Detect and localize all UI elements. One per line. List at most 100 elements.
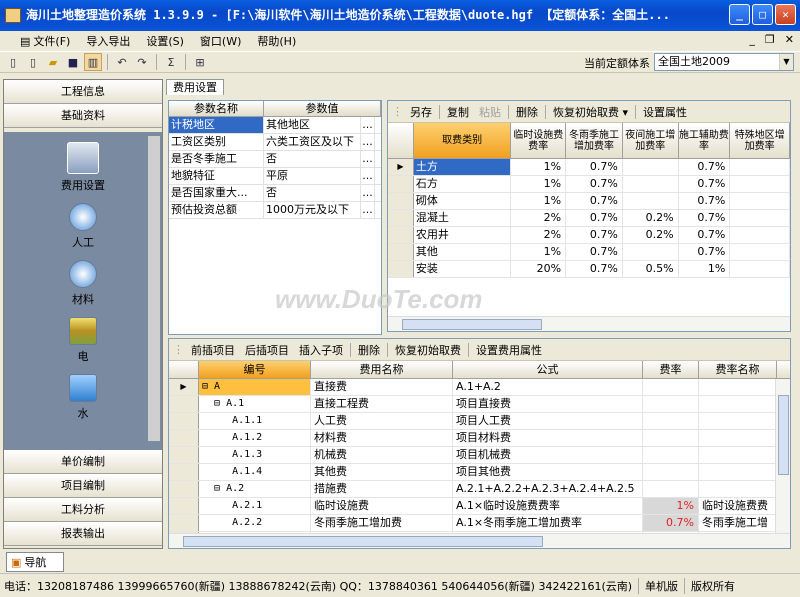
fee-ratename-cell[interactable]	[699, 396, 777, 412]
fee-code-cell[interactable]: A.1.4	[199, 464, 311, 480]
row-header[interactable]	[169, 396, 199, 412]
rate-cell[interactable]: 0.7%	[566, 210, 623, 226]
rate-cell[interactable]: 0.7%	[679, 227, 731, 243]
column-header[interactable]: 编号	[199, 361, 311, 378]
rate-cell[interactable]	[730, 159, 790, 175]
rate-cell[interactable]: 0.7%	[566, 159, 623, 175]
rate-category-cell[interactable]: 混凝土	[414, 210, 512, 226]
fee-formula-cell[interactable]: A.1+A.2	[453, 379, 643, 395]
fee-horizontal-scrollbar[interactable]	[169, 533, 790, 548]
fee-ratename-cell[interactable]	[699, 379, 777, 395]
fee-name-cell[interactable]: 直接费	[311, 379, 453, 395]
fee-rate-cell[interactable]	[643, 430, 699, 446]
rate-category-cell[interactable]: 石方	[414, 176, 512, 192]
fee-formula-cell[interactable]: A.1×冬雨季施工增加费率	[453, 515, 643, 531]
tab-fee-settings[interactable]: 费用设置	[166, 79, 224, 95]
ellipsis-button[interactable]: ...	[361, 117, 375, 133]
rate-row[interactable]: 混凝土 2% 0.7% 0.2% 0.7%	[388, 210, 790, 227]
rate-category-cell[interactable]: 农用井	[414, 227, 512, 243]
open-folder-icon[interactable]: ▰	[44, 53, 62, 71]
fee-rate-cell[interactable]	[643, 447, 699, 463]
sum-icon[interactable]: Σ	[162, 53, 180, 71]
rate-row[interactable]: 农用井 2% 0.7% 0.2% 0.7%	[388, 227, 790, 244]
rate-cell[interactable]: 0.7%	[566, 176, 623, 192]
restore-default-rates-button[interactable]: 恢复初始取费 ▾	[550, 104, 631, 120]
copy-button[interactable]: 复制	[444, 104, 472, 120]
ruleset-select[interactable]: 全国土地2009 ▼	[654, 53, 794, 71]
rate-cell[interactable]: 0.7%	[679, 210, 731, 226]
menu-file[interactable]: ▤ 文件(F)	[12, 33, 78, 49]
fee-row[interactable]: ⊟ A.2 措施费 A.2.1+A.2.2+A.2.3+A.2.4+A.2.5	[169, 481, 790, 498]
rate-cell[interactable]	[623, 193, 679, 209]
rate-row[interactable]: 砌体 1% 0.7% 0.7%	[388, 193, 790, 210]
row-selector-icon[interactable]: ▶	[169, 379, 199, 395]
fee-ratename-cell[interactable]	[699, 413, 777, 429]
fee-row[interactable]: A.1.4 其他费 项目其他费	[169, 464, 790, 481]
fee-formula-cell[interactable]: A.1×临时设施费费率	[453, 498, 643, 514]
row-header[interactable]	[388, 210, 414, 226]
nav-item-fee-settings[interactable]: 费用设置	[4, 142, 162, 193]
row-header[interactable]	[169, 515, 199, 531]
undo-icon[interactable]: ↶	[113, 53, 131, 71]
rate-category-cell[interactable]: 其他	[414, 244, 512, 260]
rate-cell[interactable]: 0.7%	[566, 227, 623, 243]
rate-cell[interactable]: 1%	[511, 176, 567, 192]
layout-icon[interactable]: ▥	[84, 53, 102, 71]
fee-row[interactable]: A.1.3 机械费 项目机械费	[169, 447, 790, 464]
rate-cell[interactable]: 20%	[511, 261, 567, 277]
column-header[interactable]: 取费类别	[413, 123, 512, 158]
delete-fee-button[interactable]: 删除	[355, 342, 383, 358]
column-header[interactable]: 费用名称	[311, 361, 453, 378]
column-header[interactable]: 费率名称	[699, 361, 777, 378]
fee-name-cell[interactable]: 材料费	[311, 430, 453, 446]
rate-category-cell[interactable]: 安装	[414, 261, 512, 277]
row-header[interactable]	[169, 464, 199, 480]
fee-code-cell[interactable]: ⊟ A.1	[199, 396, 311, 412]
row-selector-icon[interactable]: ▶	[388, 159, 414, 175]
param-value-header[interactable]: 参数值	[264, 101, 381, 116]
fee-rate-cell[interactable]: 0.7%	[643, 515, 699, 531]
menu-import-export[interactable]: 导入导出	[78, 33, 138, 49]
column-header[interactable]: 特殊地区增加费率	[730, 123, 790, 158]
fee-code-cell[interactable]: A.2.1	[199, 498, 311, 514]
row-header[interactable]	[388, 227, 414, 243]
nav-item-labor[interactable]: 人工	[4, 203, 162, 250]
save-icon[interactable]: ■	[64, 53, 82, 71]
ellipsis-button[interactable]: ...	[361, 185, 375, 201]
rate-category-cell[interactable]: 砌体	[414, 193, 512, 209]
close-button[interactable]: ✕	[775, 4, 796, 25]
nav-scrollbar[interactable]	[148, 136, 160, 441]
rate-cell[interactable]	[730, 244, 790, 260]
rate-row[interactable]: 安装 20% 0.7% 0.5% 1%	[388, 261, 790, 278]
rate-cell[interactable]	[730, 227, 790, 243]
param-row[interactable]: 工资区类别 六类工资区及以下 ...	[169, 134, 381, 151]
rate-cell[interactable]: 1%	[511, 244, 567, 260]
column-header[interactable]: 费率	[643, 361, 699, 378]
column-header[interactable]: 冬雨季施工增加费率	[566, 123, 623, 158]
rate-horizontal-scrollbar[interactable]	[388, 316, 790, 331]
rate-cell[interactable]	[730, 261, 790, 277]
calculator-icon[interactable]: ⊞	[191, 53, 209, 71]
fee-rate-cell[interactable]	[643, 464, 699, 480]
rate-cell[interactable]: 0.7%	[566, 261, 623, 277]
fee-code-cell[interactable]: A.1.1	[199, 413, 311, 429]
rate-cell[interactable]: 1%	[511, 193, 567, 209]
rate-cell[interactable]	[623, 244, 679, 260]
fee-name-cell[interactable]: 直接工程费	[311, 396, 453, 412]
new-file-icon[interactable]: ▯	[24, 53, 42, 71]
rate-cell[interactable]	[730, 193, 790, 209]
fee-formula-cell[interactable]: 项目材料费	[453, 430, 643, 446]
fee-formula-cell[interactable]: 项目其他费	[453, 464, 643, 480]
fee-formula-cell[interactable]: A.2.1+A.2.2+A.2.3+A.2.4+A.2.5	[453, 481, 643, 497]
nav-report-output[interactable]: 报表输出	[4, 522, 162, 546]
row-header[interactable]	[169, 481, 199, 497]
redo-icon[interactable]: ↷	[133, 53, 151, 71]
rate-cell[interactable]: 0.2%	[623, 227, 679, 243]
insert-child-button[interactable]: 插入子项	[296, 342, 346, 358]
param-row[interactable]: 是否冬季施工 否 ...	[169, 151, 381, 168]
row-header[interactable]	[169, 413, 199, 429]
rate-cell[interactable]: 0.7%	[679, 159, 731, 175]
nav-item-material[interactable]: 材料	[4, 260, 162, 307]
menu-window[interactable]: 窗口(W)	[192, 33, 249, 49]
mdi-restore-button[interactable]: ❐	[765, 33, 775, 46]
